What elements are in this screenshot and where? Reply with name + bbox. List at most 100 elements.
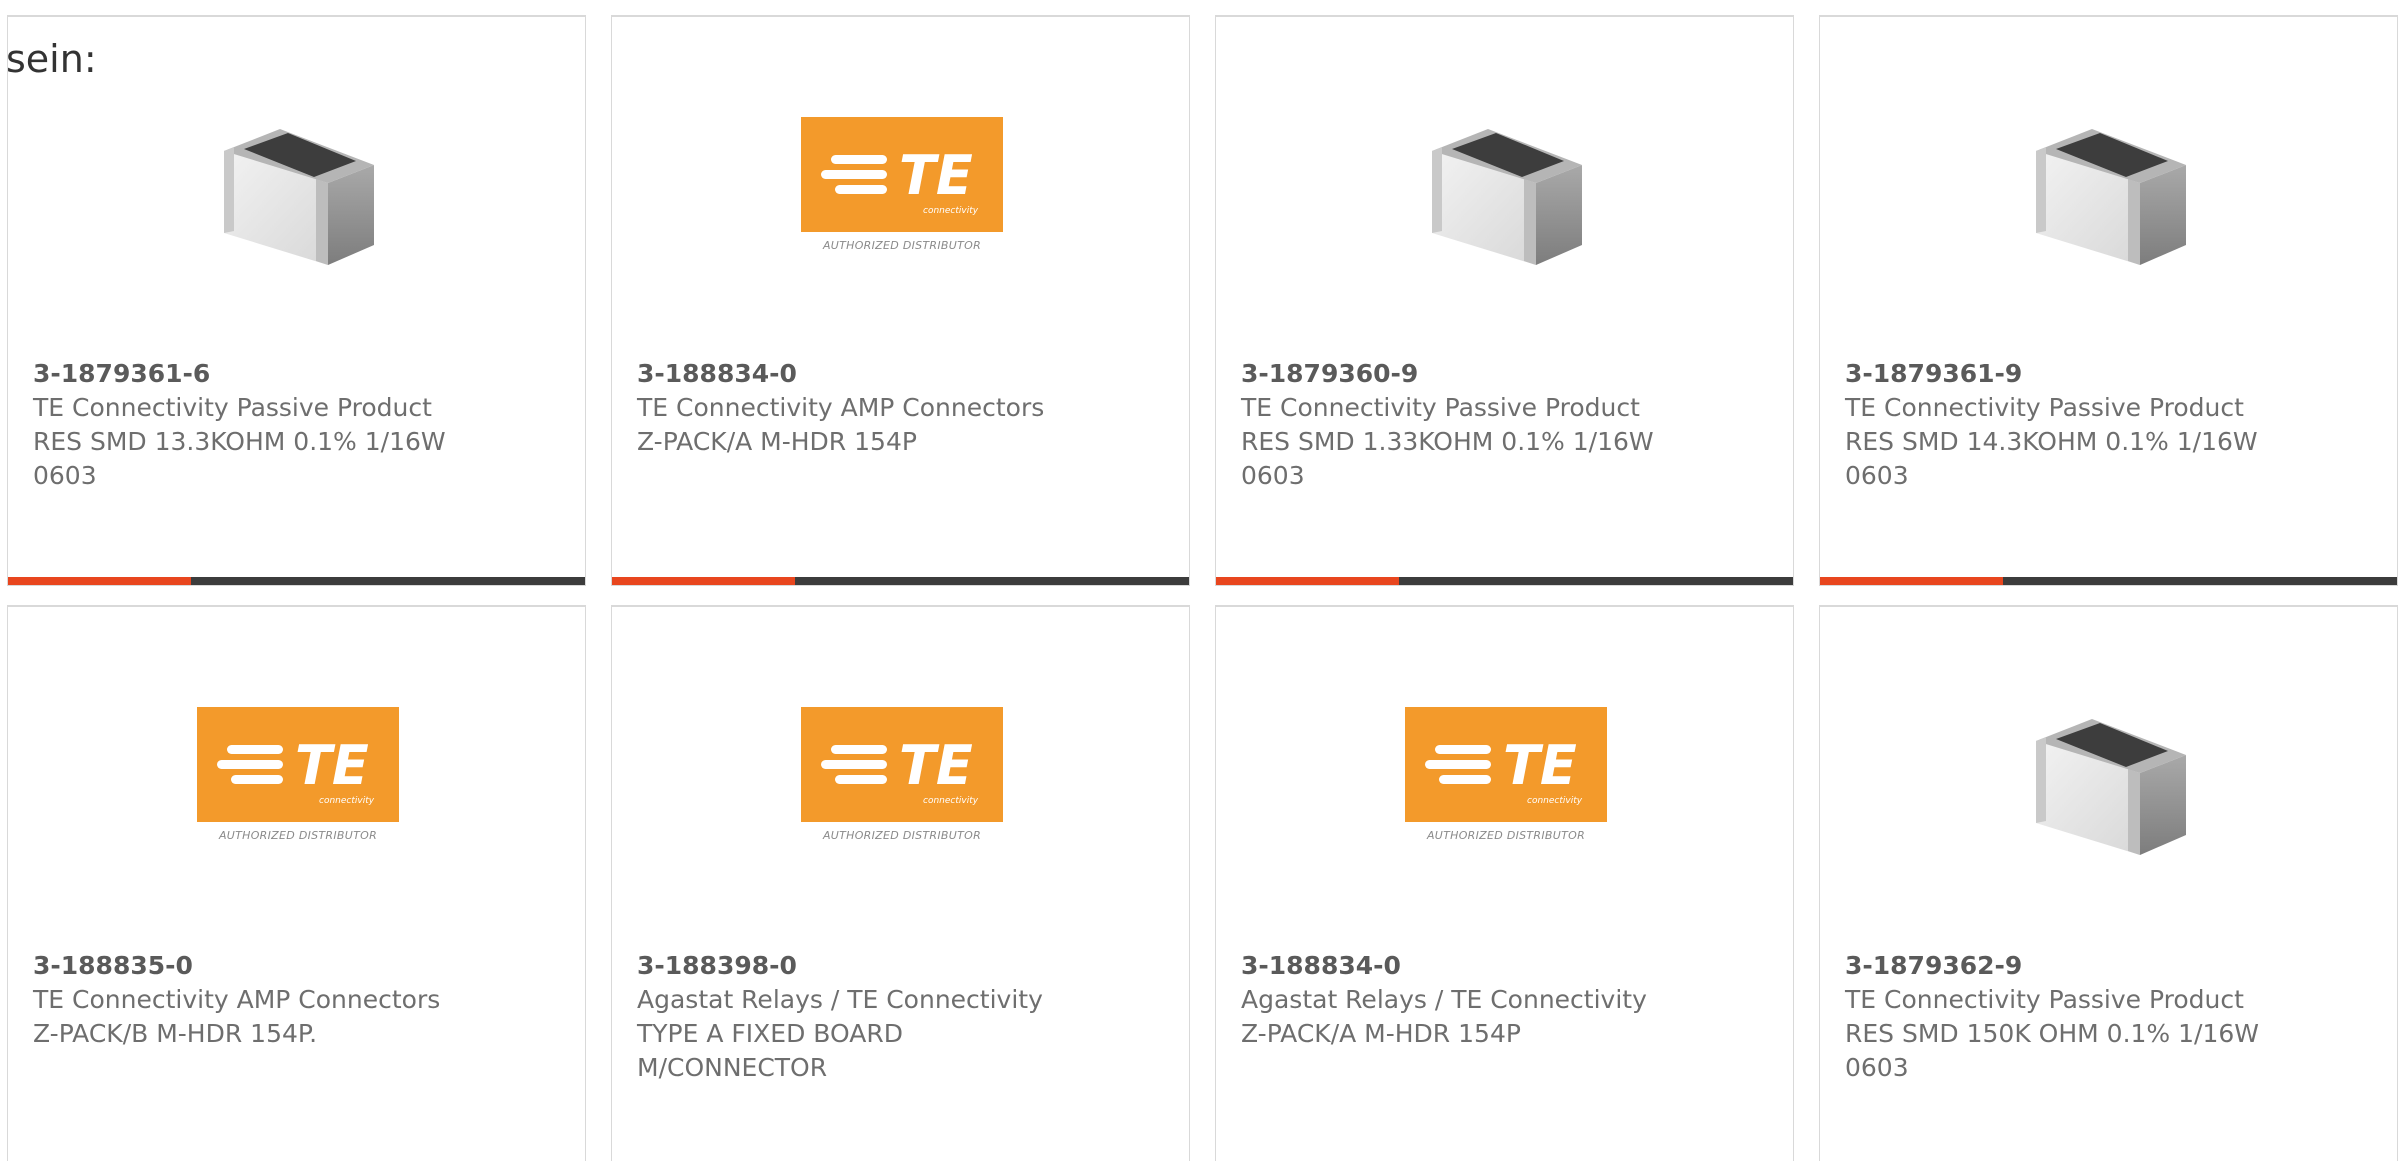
product-description: TE Connectivity AMP Connectors Z-PACK/B M…: [33, 983, 563, 1051]
part-number-link[interactable]: 3-1879362-9: [1845, 949, 2375, 983]
description-line: RES SMD 13.3KOHM 0.1% 1/16W: [33, 427, 446, 456]
te-logo-stripe: [821, 760, 887, 769]
te-logo-stripe: [227, 745, 283, 754]
te-logo-subtext: connectivity: [923, 206, 979, 216]
part-number-link[interactable]: 3-1879361-9: [1845, 357, 2375, 391]
product-description: TE Connectivity AMP Connectors Z-PACK/A M…: [637, 391, 1167, 459]
product-description: TE Connectivity Passive Product RES SMD 1…: [1845, 391, 2375, 493]
part-number-link[interactable]: 3-188834-0: [1241, 949, 1771, 983]
te-logo-stripe: [821, 170, 887, 179]
card-accent-bar: [8, 577, 191, 585]
product-card[interactable]: 3-1879362-9 TE Connectivity Passive Produ…: [1819, 605, 2398, 1161]
product-info: 3-1879360-9 TE Connectivity Passive Produ…: [1241, 357, 1771, 493]
description-line: 0603: [33, 461, 97, 490]
product-info: 3-188834-0 Agastat Relays / TE Connectivi…: [1241, 949, 1771, 1051]
product-description: Agastat Relays / TE Connectivity TYPE A F…: [637, 983, 1167, 1085]
te-authorized-distributor-logo: TE connectivity AUTHORIZED DISTRIBUTOR: [801, 707, 1003, 847]
description-line: 0603: [1241, 461, 1305, 490]
description-line: RES SMD 150K OHM 0.1% 1/16W: [1845, 1019, 2259, 1048]
description-line: RES SMD 14.3KOHM 0.1% 1/16W: [1845, 427, 2258, 456]
manufacturer-name: Agastat Relays / TE Connectivity: [637, 985, 1043, 1014]
description-line: Z-PACK/A M-HDR 154P: [637, 427, 917, 456]
part-number-link[interactable]: 3-188835-0: [33, 949, 563, 983]
chip-resistor-image: [2022, 123, 2197, 277]
part-number-link[interactable]: 3-1879361-6: [33, 357, 563, 391]
product-image[interactable]: TE connectivity AUTHORIZED DISTRIBUTOR: [612, 17, 1189, 252]
te-logo-subtext: connectivity: [1527, 796, 1583, 806]
authorized-distributor-label: AUTHORIZED DISTRIBUTOR: [822, 829, 982, 842]
card-accent-bar: [1820, 577, 2003, 585]
te-logo-stripe: [231, 775, 283, 784]
te-logo-subtext: connectivity: [923, 796, 979, 806]
te-logo-text: TE: [1503, 734, 1577, 797]
part-number-link[interactable]: 3-1879360-9: [1241, 357, 1771, 391]
product-description: TE Connectivity Passive Product RES SMD 1…: [1845, 983, 2375, 1085]
chip-resistor-image: [1418, 123, 1593, 277]
card-bottom-bar: [612, 577, 1189, 585]
card-bottom-bar: [8, 577, 585, 585]
card-accent-bar: [1216, 577, 1399, 585]
product-card[interactable]: TE connectivity AUTHORIZED DISTRIBUTOR 3-18…: [7, 605, 586, 1161]
manufacturer-name: Agastat Relays / TE Connectivity: [1241, 985, 1647, 1014]
product-card[interactable]: TE connectivity AUTHORIZED DISTRIBUTOR 3-18…: [611, 605, 1190, 1161]
product-grid-page: sein: 3-1879361-6 TE Connectivity Passive…: [0, 0, 2400, 1161]
part-number-link[interactable]: 3-188834-0: [637, 357, 1167, 391]
te-logo-text: TE: [899, 734, 973, 797]
description-line: 0603: [1845, 461, 1909, 490]
product-card[interactable]: 3-1879361-9 TE Connectivity Passive Produ…: [1819, 15, 2398, 586]
te-authorized-distributor-logo: TE connectivity AUTHORIZED DISTRIBUTOR: [1405, 707, 1607, 847]
manufacturer-name: TE Connectivity Passive Product: [1845, 985, 2244, 1014]
te-logo-stripe: [835, 775, 887, 784]
te-logo-box: TE connectivity: [197, 707, 399, 822]
description-line: Z-PACK/B M-HDR 154P.: [33, 1019, 318, 1048]
te-authorized-distributor-logo: TE connectivity AUTHORIZED DISTRIBUTOR: [197, 707, 399, 847]
te-logo-box: TE connectivity: [801, 707, 1003, 822]
product-card[interactable]: TE connectivity AUTHORIZED DISTRIBUTOR 3-18…: [1215, 605, 1794, 1161]
chip-resistor-image: [210, 123, 385, 277]
description-line: Z-PACK/A M-HDR 154P: [1241, 1019, 1521, 1048]
te-logo-text: TE: [899, 144, 973, 207]
product-card[interactable]: 3-1879360-9 TE Connectivity Passive Produ…: [1215, 15, 1794, 586]
te-logo-subtext: connectivity: [319, 796, 375, 806]
te-logo-stripe: [217, 760, 283, 769]
product-image[interactable]: TE connectivity AUTHORIZED DISTRIBUTOR: [1216, 607, 1793, 842]
description-line: 0603: [1845, 1053, 1909, 1082]
product-description: TE Connectivity Passive Product RES SMD 1…: [33, 391, 563, 493]
product-info: 3-1879361-6 TE Connectivity Passive Produ…: [33, 357, 563, 493]
description-line: RES SMD 1.33KOHM 0.1% 1/16W: [1241, 427, 1654, 456]
product-card[interactable]: TE connectivity AUTHORIZED DISTRIBUTOR 3-18…: [611, 15, 1190, 586]
authorized-distributor-label: AUTHORIZED DISTRIBUTOR: [822, 239, 982, 252]
product-image[interactable]: TE connectivity AUTHORIZED DISTRIBUTOR: [8, 607, 585, 842]
product-info: 3-1879361-9 TE Connectivity Passive Produ…: [1845, 357, 2375, 493]
authorized-distributor-label: AUTHORIZED DISTRIBUTOR: [1426, 829, 1586, 842]
product-image[interactable]: [1820, 607, 2397, 855]
intro-text: sein:: [6, 37, 97, 81]
te-logo-stripe: [835, 185, 887, 194]
card-bottom-bar: [1820, 577, 2397, 585]
product-info: 3-188398-0 Agastat Relays / TE Connectivi…: [637, 949, 1167, 1085]
description-line: TYPE A FIXED BOARD: [637, 1019, 903, 1048]
te-logo-stripe: [1425, 760, 1491, 769]
manufacturer-name: TE Connectivity Passive Product: [1241, 393, 1640, 422]
manufacturer-name: TE Connectivity Passive Product: [1845, 393, 2244, 422]
manufacturer-name: TE Connectivity Passive Product: [33, 393, 432, 422]
te-logo-stripe: [1439, 775, 1491, 784]
product-image[interactable]: [1820, 17, 2397, 265]
te-authorized-distributor-logo: TE connectivity AUTHORIZED DISTRIBUTOR: [801, 117, 1003, 257]
card-bottom-bar: [1216, 577, 1793, 585]
authorized-distributor-label: AUTHORIZED DISTRIBUTOR: [218, 829, 378, 842]
te-logo-stripe: [831, 155, 887, 164]
manufacturer-name: TE Connectivity AMP Connectors: [33, 985, 441, 1014]
chip-resistor-image: [2022, 713, 2197, 867]
product-image[interactable]: TE connectivity AUTHORIZED DISTRIBUTOR: [612, 607, 1189, 842]
part-number-link[interactable]: 3-188398-0: [637, 949, 1167, 983]
product-description: Agastat Relays / TE Connectivity Z-PACK/A…: [1241, 983, 1771, 1051]
te-logo-stripe: [831, 745, 887, 754]
manufacturer-name: TE Connectivity AMP Connectors: [637, 393, 1045, 422]
te-logo-text: TE: [295, 734, 369, 797]
product-card[interactable]: 3-1879361-6 TE Connectivity Passive Produ…: [7, 15, 586, 586]
te-logo-stripe: [1435, 745, 1491, 754]
product-info: 3-188835-0 TE Connectivity AMP Connectors…: [33, 949, 563, 1051]
product-info: 3-1879362-9 TE Connectivity Passive Produ…: [1845, 949, 2375, 1085]
product-image[interactable]: [1216, 17, 1793, 265]
